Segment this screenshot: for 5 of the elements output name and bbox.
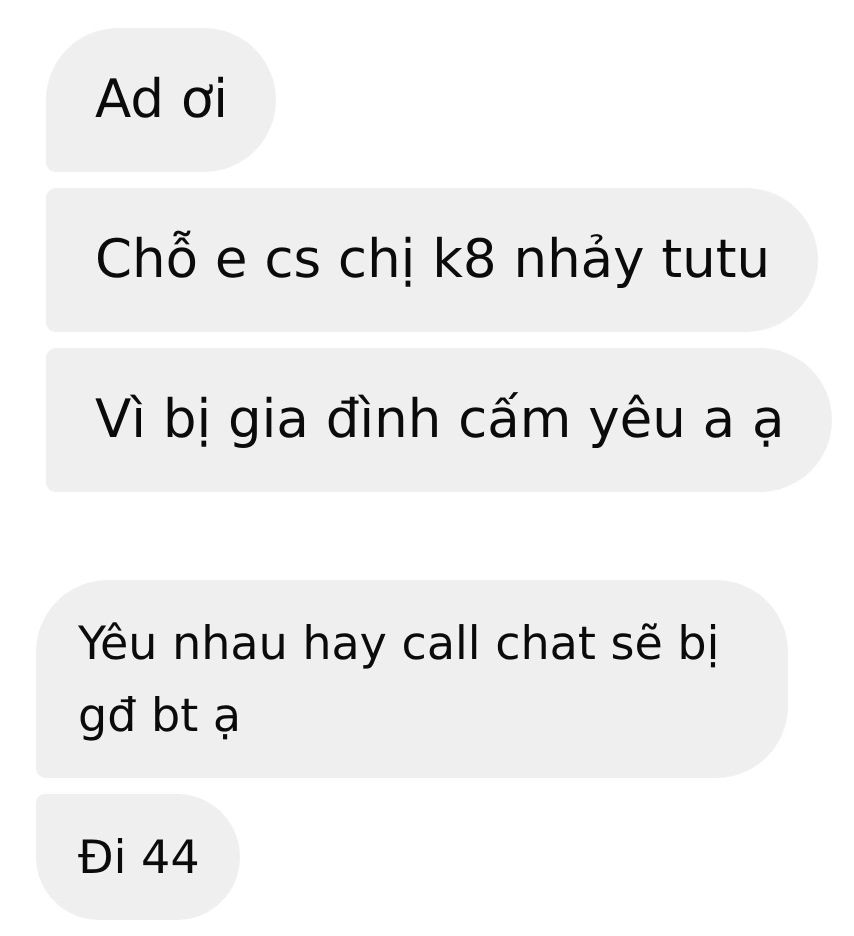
message-bubble: Yêu nhau hay call chat sẽ bị gđ bt ạ [36, 580, 788, 778]
message-bubble: Đi 44 [36, 794, 240, 920]
message-bubble: Vì bị gia đình cấm yêu a ạ [46, 348, 832, 492]
message-bubble: Chỗ e cs chị k8 nhảy tutu [46, 188, 818, 332]
message-bubble: Ad ơi [46, 28, 276, 172]
